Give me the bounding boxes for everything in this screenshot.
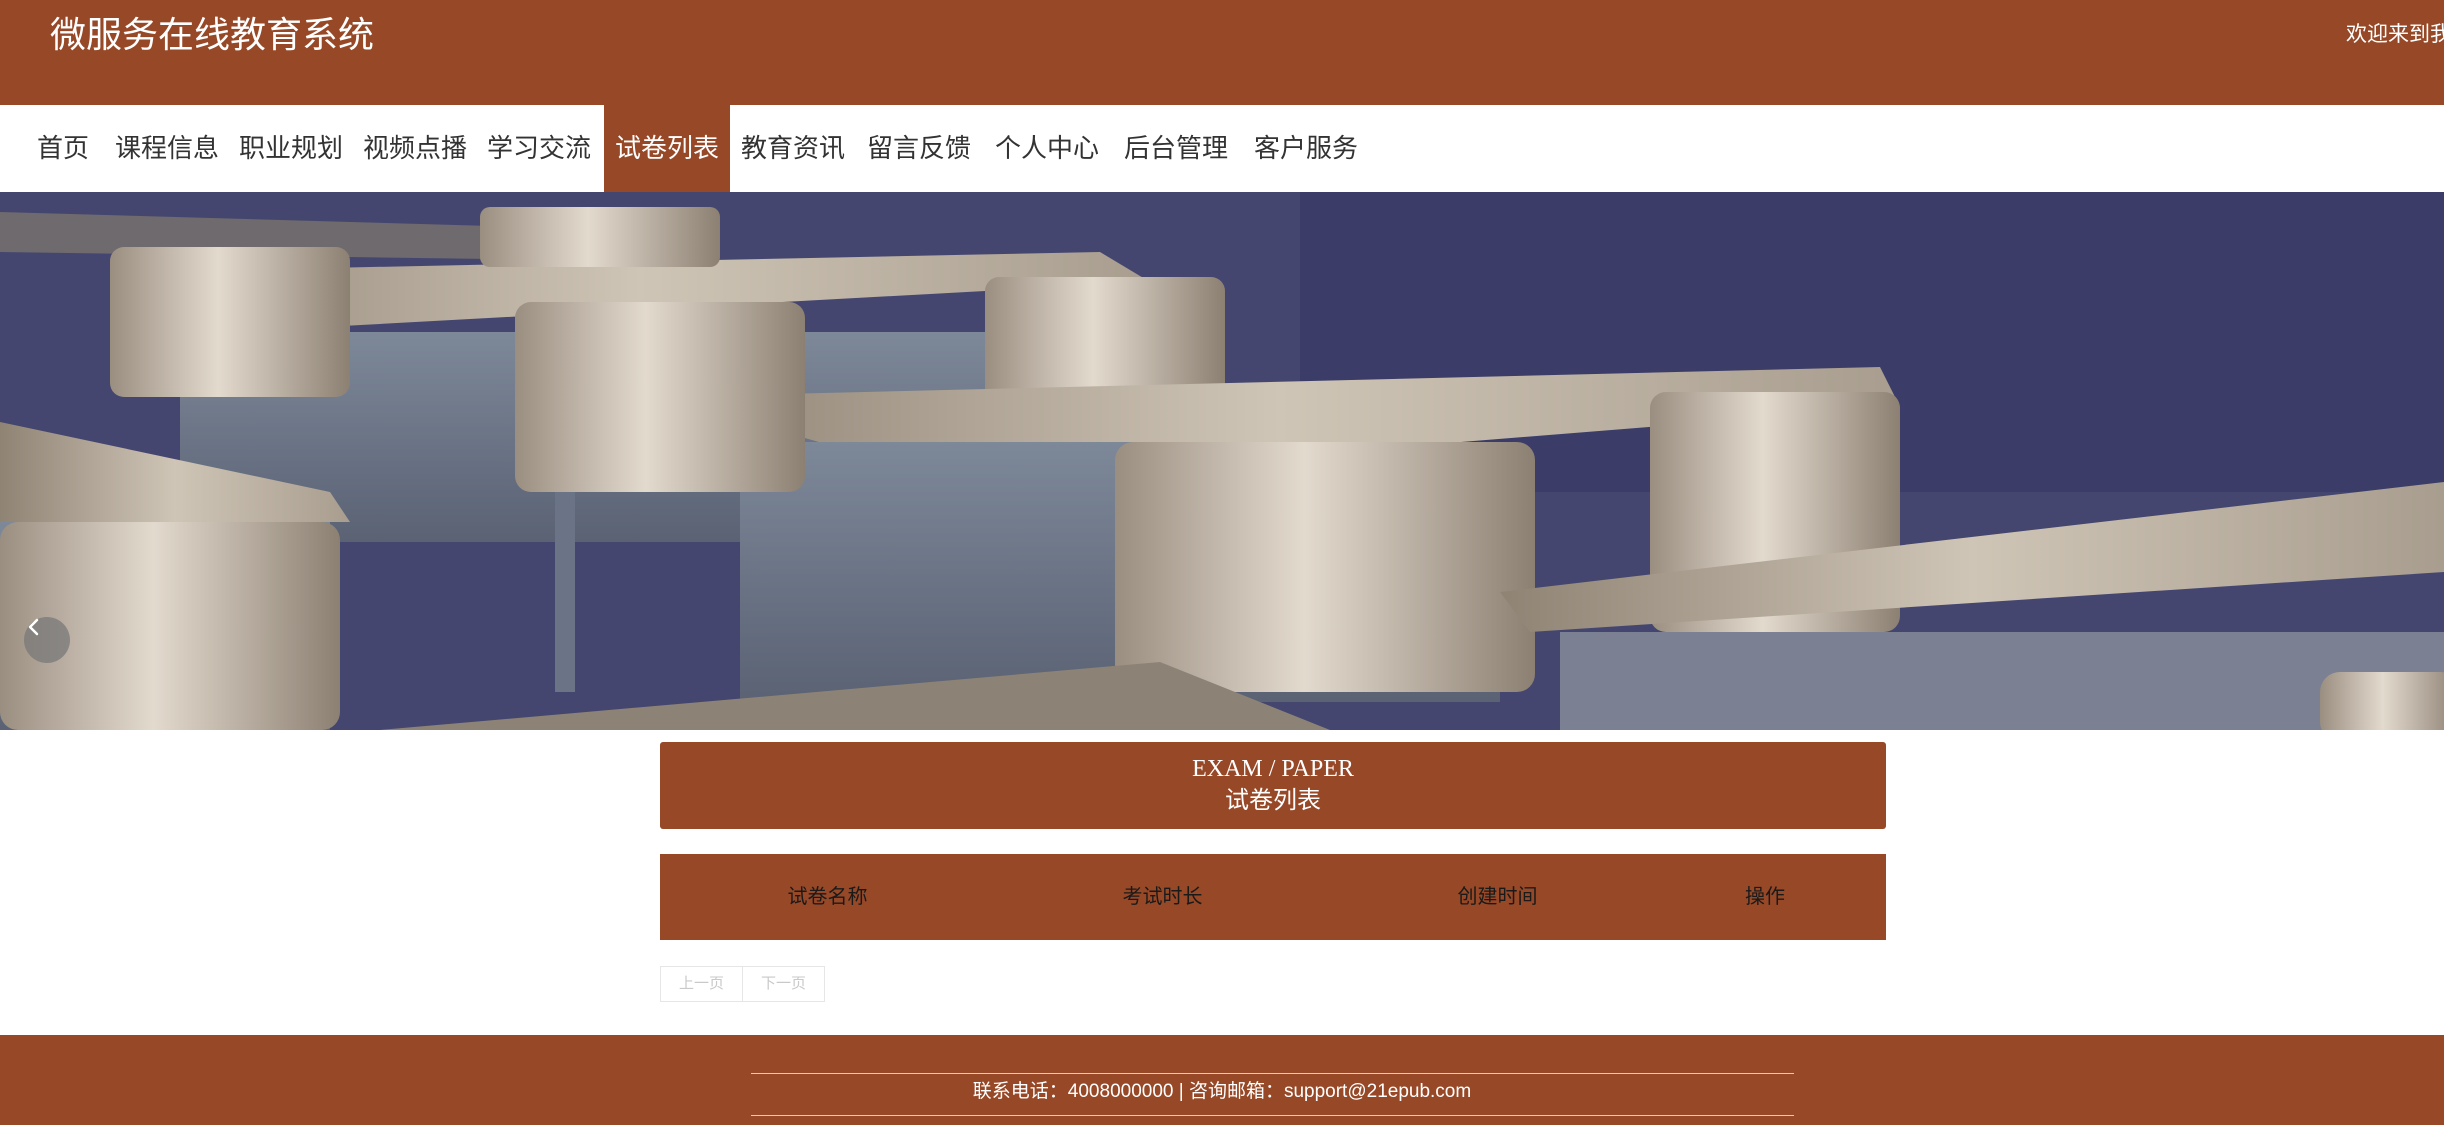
column-header-actions: 操作: [1745, 886, 1785, 908]
footer-divider-top: [751, 1073, 1794, 1074]
site-title: 微服务在线教育系统: [50, 14, 375, 55]
nav-item-exam-list[interactable]: 试卷列表: [604, 105, 730, 192]
pagination: 上一页 下一页: [660, 966, 826, 1002]
nav-item-admin[interactable]: 后台管理: [1119, 105, 1233, 192]
footer-contact: 联系电话：4008000000 | 咨询邮箱：support@21epub.co…: [972, 1081, 1472, 1102]
carousel-prev-button[interactable]: [24, 617, 70, 663]
column-header-created-time: 创建时间: [1457, 886, 1538, 908]
nav-item-video-on-demand[interactable]: 视频点播: [358, 105, 472, 192]
banner-carousel: [0, 192, 2444, 730]
welcome-text: 欢迎来到我: [2346, 23, 2444, 46]
next-page-button[interactable]: 下一页: [743, 966, 826, 1002]
nav-item-career-planning[interactable]: 职业规划: [234, 105, 348, 192]
exam-table-header: 试卷名称 考试时长 创建时间 操作: [660, 854, 1886, 940]
section-title: EXAM / PAPER 试卷列表: [660, 742, 1886, 829]
nav-item-education-news[interactable]: 教育资讯: [736, 105, 850, 192]
section-title-en: EXAM / PAPER: [1192, 756, 1354, 782]
column-header-exam-name: 试卷名称: [787, 886, 868, 908]
prev-page-button[interactable]: 上一页: [660, 966, 744, 1002]
nav-item-message-feedback[interactable]: 留言反馈: [862, 105, 976, 192]
site-footer: 联系电话：4008000000 | 咨询邮箱：support@21epub.co…: [0, 1035, 2444, 1125]
section-title-cn: 试卷列表: [1225, 787, 1321, 814]
nav-item-personal-center[interactable]: 个人中心: [990, 105, 1104, 192]
banner-image: [0, 192, 2444, 730]
column-header-duration: 考试时长: [1122, 886, 1203, 908]
nav-item-study-exchange[interactable]: 学习交流: [482, 105, 596, 192]
chevron-left-icon: [28, 618, 39, 636]
nav-item-course-info[interactable]: 课程信息: [110, 105, 224, 192]
footer-divider-bottom: [751, 1115, 1794, 1116]
main-nav: 首页 课程信息 职业规划 视频点播 学习交流 试卷列表 教育资讯 留言反馈 个人…: [0, 105, 2444, 192]
nav-item-home[interactable]: 首页: [26, 105, 100, 192]
site-header: 微服务在线教育系统 欢迎来到我: [0, 0, 2444, 105]
nav-item-customer-service[interactable]: 客户服务: [1249, 105, 1363, 192]
